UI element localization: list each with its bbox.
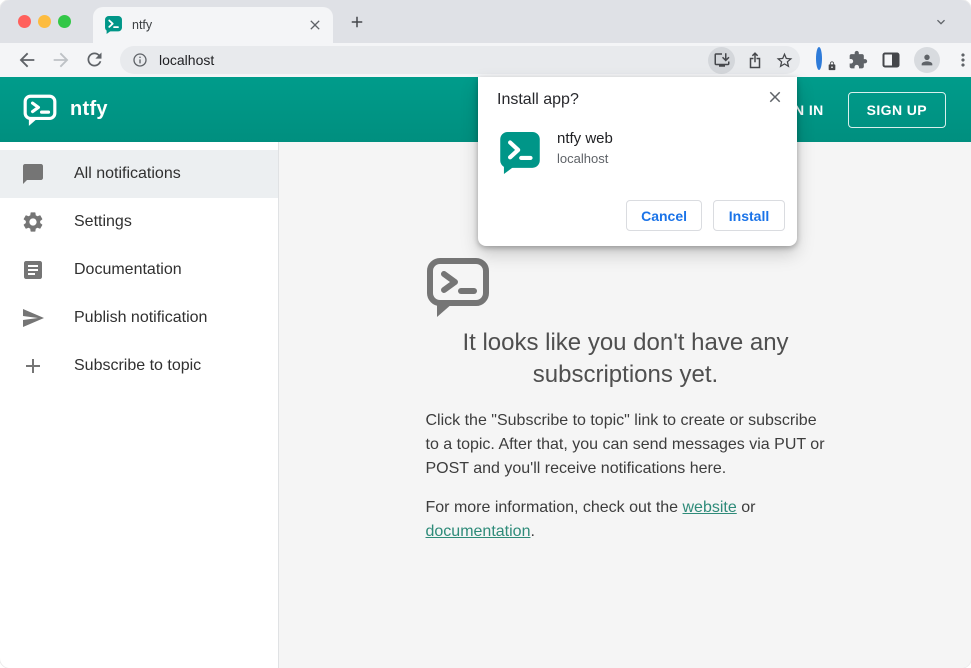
tab-title: ntfy	[132, 18, 153, 32]
zoom-window-button[interactable]	[58, 15, 71, 28]
menu-kebab-icon[interactable]	[953, 50, 971, 70]
tab-close-icon[interactable]	[307, 17, 323, 33]
back-icon[interactable]	[16, 49, 38, 71]
side-panel-icon[interactable]	[881, 50, 901, 70]
url-text[interactable]: localhost	[159, 52, 704, 68]
window-controls	[18, 15, 71, 28]
ntfy-app-icon	[500, 132, 540, 174]
ntfy-logo-icon	[23, 92, 57, 128]
ntfy-terminal-placeholder-icon	[426, 253, 826, 321]
tab-strip: ntfy	[0, 0, 971, 43]
empty-state-links-paragraph: For more information, check out the webs…	[426, 496, 826, 544]
browser-toolbar: localhost	[0, 43, 971, 77]
paragraph2-suffix: .	[530, 523, 535, 540]
sidebar-item-all-notifications[interactable]: All notifications	[0, 150, 278, 198]
forward-icon[interactable]	[50, 49, 72, 71]
install-app-dialog: Install app? ntfy web localhost Cancel I…	[478, 77, 797, 246]
minimize-window-button[interactable]	[38, 15, 51, 28]
address-bar[interactable]: localhost	[120, 46, 800, 74]
gear-icon	[21, 210, 45, 234]
tab-search-chevron-icon[interactable]	[933, 14, 949, 30]
website-link[interactable]: website	[683, 499, 737, 516]
extension-area	[815, 47, 971, 73]
sidebar-item-label: All notifications	[74, 165, 181, 182]
sidebar-item-settings[interactable]: Settings	[0, 198, 278, 246]
sidebar-item-publish-notification[interactable]: Publish notification	[0, 294, 278, 342]
sidebar: All notifications Settings Documentation…	[0, 142, 279, 668]
install-app-icon[interactable]	[708, 46, 735, 74]
dialog-app-name: ntfy web	[557, 130, 613, 147]
app-title: ntfy	[70, 98, 108, 120]
paragraph2-middle: or	[736, 499, 756, 516]
empty-state-heading: It looks like you don't have any subscri…	[462, 329, 789, 388]
documentation-link[interactable]: documentation	[426, 523, 531, 540]
extensions-puzzle-icon[interactable]	[848, 50, 868, 70]
onepassword-icon[interactable]	[815, 47, 836, 71]
share-icon[interactable]	[746, 51, 764, 69]
reload-icon[interactable]	[84, 49, 106, 71]
new-tab-button[interactable]	[348, 13, 366, 31]
cancel-button[interactable]: Cancel	[626, 200, 702, 231]
browser-tab-ntfy[interactable]: ntfy	[93, 7, 333, 43]
sidebar-item-documentation[interactable]: Documentation	[0, 246, 278, 294]
install-button[interactable]: Install	[713, 200, 785, 231]
sign-up-button[interactable]: SIGN UP	[847, 91, 946, 128]
browser-window: ntfy localhost ntfy IN SIGN UP All notif…	[0, 0, 971, 668]
bookmark-star-icon[interactable]	[775, 51, 793, 69]
send-icon	[21, 306, 45, 330]
empty-state-paragraph: Click the "Subscribe to topic" link to c…	[425, 412, 825, 477]
sidebar-item-label: Settings	[74, 213, 132, 230]
sidebar-item-label: Documentation	[74, 261, 182, 278]
ntfy-favicon-icon	[105, 16, 122, 34]
paragraph2-prefix: For more information, check out the	[425, 499, 683, 516]
dialog-title: Install app?	[497, 91, 579, 108]
close-window-button[interactable]	[18, 15, 31, 28]
chat-icon	[21, 162, 45, 186]
sidebar-item-label: Publish notification	[74, 309, 208, 326]
sidebar-item-label: Subscribe to topic	[74, 357, 202, 374]
profile-avatar[interactable]	[914, 47, 940, 73]
dialog-close-icon[interactable]	[766, 88, 784, 106]
article-icon	[21, 258, 45, 282]
site-info-icon[interactable]	[132, 52, 148, 68]
dialog-app-origin: localhost	[557, 151, 609, 166]
sidebar-item-subscribe-to-topic[interactable]: Subscribe to topic	[0, 342, 278, 390]
plus-icon	[21, 354, 45, 378]
